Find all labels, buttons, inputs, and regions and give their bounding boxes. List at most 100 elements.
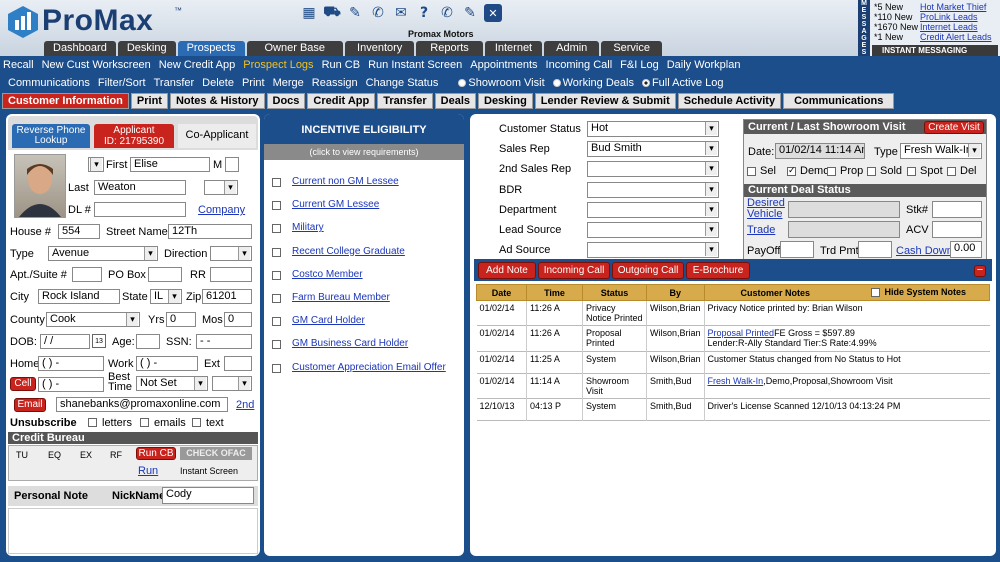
street-type-select[interactable]: Avenue <box>48 246 158 261</box>
nav-tab-service[interactable]: Service <box>601 41 662 56</box>
hide-system-notes-checkbox[interactable] <box>870 288 880 297</box>
e-brochure-button[interactable]: E-Brochure <box>686 262 750 279</box>
incentive-checkbox[interactable] <box>272 224 281 234</box>
customer-photo[interactable] <box>14 154 66 218</box>
age-input[interactable] <box>136 334 160 349</box>
menu-recall[interactable]: Recall <box>3 59 34 71</box>
desired-vehicle-input[interactable] <box>788 201 900 218</box>
house-input[interactable]: 554 <box>58 224 100 239</box>
desired-vehicle-link[interactable]: Desired Vehicle <box>747 198 787 220</box>
pobox-input[interactable] <box>148 267 182 282</box>
nav-tab-internet[interactable]: Internet <box>484 41 543 56</box>
county-select[interactable]: Cook <box>46 312 140 327</box>
cash-down-input[interactable]: 0.00 <box>950 241 982 258</box>
status-field-select[interactable]: Hot <box>587 121 719 137</box>
tab-lender-review-submit[interactable]: Lender Review & Submit <box>534 93 676 109</box>
yrs-input[interactable]: 0 <box>166 312 196 327</box>
mail-icon[interactable]: ✉ <box>392 4 410 22</box>
help-icon[interactable]: ? <box>415 4 433 22</box>
tab-customer-information[interactable]: Customer Information <box>2 93 129 109</box>
status-field-select[interactable] <box>587 201 719 218</box>
radio-showroom-visit[interactable]: Showroom Visit <box>458 77 545 89</box>
edit-icon[interactable]: ✎ <box>461 4 479 22</box>
menu-new-credit-app[interactable]: New Credit App <box>159 59 235 71</box>
col-date[interactable]: Date <box>476 284 527 301</box>
run-cb-button[interactable]: Run CB <box>136 447 176 460</box>
note-link[interactable]: Fresh Walk-In <box>708 376 764 386</box>
menu-merge[interactable]: Merge <box>273 77 304 89</box>
instant-messaging-button[interactable]: INSTANT MESSAGING <box>872 45 998 56</box>
tab-schedule-activity[interactable]: Schedule Activity <box>677 93 782 109</box>
collapse-icon[interactable]: − <box>974 265 986 277</box>
menu-appointments[interactable]: Appointments <box>470 59 537 71</box>
tab-deals[interactable]: Deals <box>434 93 476 109</box>
visit-type-select[interactable]: Fresh Walk-In <box>900 143 982 159</box>
incentive-checkbox[interactable] <box>272 340 281 350</box>
incentive-checkbox[interactable] <box>272 294 281 303</box>
cell-button[interactable]: Cell <box>10 377 36 391</box>
visit-prop-checkbox[interactable] <box>827 167 836 176</box>
note-link[interactable]: Proposal Printed <box>708 328 775 338</box>
salutation-select[interactable] <box>88 157 104 172</box>
incentive-checkbox[interactable] <box>272 201 281 211</box>
unsubscribe-emails-checkbox[interactable] <box>140 418 149 427</box>
menu-run-instant-screen[interactable]: Run Instant Screen <box>368 59 462 71</box>
calendar-icon[interactable]: ▦ <box>300 4 318 22</box>
radio-working-deals[interactable]: Working Deals <box>552 77 634 89</box>
middle-initial-input[interactable] <box>225 157 239 172</box>
applicant-tab[interactable]: Applicant ID: 21795390 <box>94 124 174 148</box>
tab-desking[interactable]: Desking <box>478 93 533 109</box>
acv-input[interactable] <box>932 221 982 238</box>
notes-row[interactable]: 12/10/13 04:13 P System Smith,Bud Driver's L… <box>476 398 990 421</box>
cash-down-link[interactable]: Cash Down <box>896 245 953 257</box>
close-icon[interactable]: ✕ <box>484 4 502 22</box>
menu-fi-log[interactable]: F&I Log <box>620 59 659 71</box>
email-button[interactable]: Email <box>14 398 46 412</box>
trade-input[interactable] <box>788 221 900 238</box>
suffix-select[interactable] <box>204 180 238 195</box>
nav-tab-reports[interactable]: Reports <box>416 41 483 56</box>
status-field-select[interactable] <box>587 242 719 259</box>
message-link[interactable]: ProLink Leads <box>920 12 978 22</box>
menu-print[interactable]: Print <box>242 77 265 89</box>
notes-row[interactable]: 01/02/14 11:25 A System Wilson,Brian Custome… <box>476 351 990 374</box>
tab-credit-app[interactable]: Credit App <box>307 93 376 109</box>
incentive-checkbox[interactable] <box>272 247 281 257</box>
incentive-link[interactable]: Customer Appreciation Email Offer <box>292 362 446 373</box>
menu-incoming-call[interactable]: Incoming Call <box>546 59 613 71</box>
nav-tab-owner-base[interactable]: Owner Base <box>246 41 344 56</box>
email-input[interactable]: shanebanks@promaxonline.com <box>56 397 228 412</box>
col-status[interactable]: Status <box>582 284 647 301</box>
incentive-checkbox[interactable] <box>272 178 281 187</box>
menu-delete[interactable]: Delete <box>202 77 234 89</box>
message-link[interactable]: Credit Alert Leads <box>920 32 992 42</box>
status-field-select[interactable] <box>587 181 719 198</box>
cell-phone-input[interactable]: ( ) - <box>38 377 104 392</box>
second-email-link[interactable]: 2nd <box>236 399 254 411</box>
menu-communications[interactable]: Communications <box>8 77 90 89</box>
street-input[interactable]: 12Th <box>168 224 252 239</box>
tab-communications[interactable]: Communications <box>783 93 895 109</box>
city-input[interactable]: Rock Island <box>38 289 120 304</box>
visit-date-input[interactable]: 01/02/14 11:14 Am <box>775 143 865 159</box>
col-by[interactable]: By <box>646 284 705 301</box>
nickname-input[interactable]: Cody <box>162 487 254 504</box>
notes-row[interactable]: 01/02/14 11:26 A Proposal Printed Wilson,Br… <box>476 325 990 352</box>
phone-icon[interactable]: ✆ <box>369 4 387 22</box>
add-note-button[interactable]: Add Note <box>478 262 536 279</box>
ssn-input[interactable]: - - <box>196 334 252 349</box>
tab-notes-history[interactable]: Notes & History <box>169 93 265 109</box>
run-instant-screen-link[interactable]: Run <box>138 465 158 477</box>
incentive-link[interactable]: Recent College Graduate <box>292 246 405 257</box>
best-time-select[interactable]: Not Set <box>136 376 208 391</box>
incentive-link[interactable]: GM Card Holder <box>292 315 365 326</box>
status-field-select[interactable] <box>587 161 719 178</box>
menu-reassign[interactable]: Reassign <box>312 77 358 89</box>
best-time-extra-select[interactable] <box>212 376 252 391</box>
first-name-input[interactable]: Elise <box>130 157 210 172</box>
wrench-icon[interactable]: ✎ <box>346 4 364 22</box>
customer-notes-label[interactable]: Customer Notes <box>741 288 811 298</box>
co-applicant-tab[interactable]: Co-Applicant <box>178 124 256 148</box>
incentive-checkbox[interactable] <box>272 270 281 280</box>
notes-row[interactable]: 01/02/14 11:26 A Privacy Notice Printed Wil… <box>476 300 990 326</box>
